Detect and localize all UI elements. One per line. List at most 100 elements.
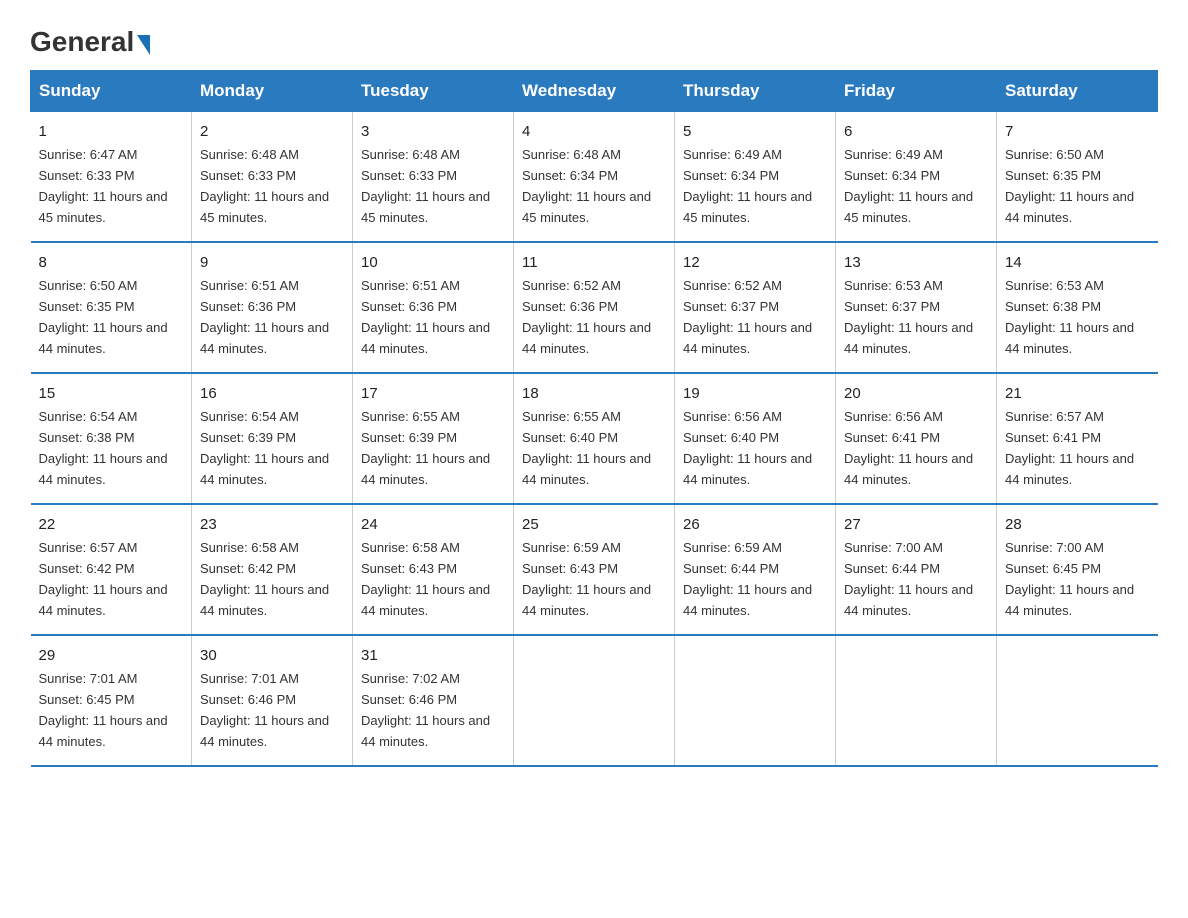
day-number: 11 — [522, 251, 666, 274]
day-number: 24 — [361, 513, 505, 536]
day-number: 5 — [683, 120, 827, 143]
column-header-sunday: Sunday — [31, 71, 192, 112]
day-number: 31 — [361, 644, 505, 667]
calendar-cell: 26 Sunrise: 6:59 AMSunset: 6:44 PMDayligh… — [675, 504, 836, 635]
calendar-cell: 15 Sunrise: 6:54 AMSunset: 6:38 PMDayligh… — [31, 373, 192, 504]
day-number: 26 — [683, 513, 827, 536]
logo: General — [30, 28, 150, 54]
day-info: Sunrise: 6:56 AMSunset: 6:41 PMDaylight:… — [844, 409, 973, 487]
column-header-friday: Friday — [836, 71, 997, 112]
day-number: 12 — [683, 251, 827, 274]
day-info: Sunrise: 6:49 AMSunset: 6:34 PMDaylight:… — [683, 147, 812, 225]
day-number: 16 — [200, 382, 344, 405]
day-info: Sunrise: 6:48 AMSunset: 6:33 PMDaylight:… — [200, 147, 329, 225]
calendar-cell: 1 Sunrise: 6:47 AMSunset: 6:33 PMDaylight… — [31, 112, 192, 242]
calendar-cell: 10 Sunrise: 6:51 AMSunset: 6:36 PMDayligh… — [353, 242, 514, 373]
day-info: Sunrise: 6:59 AMSunset: 6:43 PMDaylight:… — [522, 540, 651, 618]
day-number: 27 — [844, 513, 988, 536]
day-number: 3 — [361, 120, 505, 143]
calendar-cell — [675, 635, 836, 766]
day-number: 8 — [39, 251, 184, 274]
day-info: Sunrise: 7:01 AMSunset: 6:45 PMDaylight:… — [39, 671, 168, 749]
calendar-header-row: SundayMondayTuesdayWednesdayThursdayFrid… — [31, 71, 1158, 112]
calendar-cell: 22 Sunrise: 6:57 AMSunset: 6:42 PMDayligh… — [31, 504, 192, 635]
day-info: Sunrise: 7:00 AMSunset: 6:45 PMDaylight:… — [1005, 540, 1134, 618]
calendar-cell — [514, 635, 675, 766]
day-info: Sunrise: 6:58 AMSunset: 6:43 PMDaylight:… — [361, 540, 490, 618]
week-row-4: 22 Sunrise: 6:57 AMSunset: 6:42 PMDayligh… — [31, 504, 1158, 635]
calendar-cell: 4 Sunrise: 6:48 AMSunset: 6:34 PMDaylight… — [514, 112, 675, 242]
week-row-1: 1 Sunrise: 6:47 AMSunset: 6:33 PMDaylight… — [31, 112, 1158, 242]
day-number: 14 — [1005, 251, 1150, 274]
day-info: Sunrise: 6:59 AMSunset: 6:44 PMDaylight:… — [683, 540, 812, 618]
calendar-cell: 11 Sunrise: 6:52 AMSunset: 6:36 PMDayligh… — [514, 242, 675, 373]
week-row-5: 29Sunrise: 7:01 AMSunset: 6:45 PMDayligh… — [31, 635, 1158, 766]
calendar-cell: 8 Sunrise: 6:50 AMSunset: 6:35 PMDaylight… — [31, 242, 192, 373]
day-number: 7 — [1005, 120, 1150, 143]
calendar-cell — [997, 635, 1158, 766]
day-info: Sunrise: 6:51 AMSunset: 6:36 PMDaylight:… — [200, 278, 329, 356]
calendar-table: SundayMondayTuesdayWednesdayThursdayFrid… — [30, 70, 1158, 767]
calendar-cell: 27 Sunrise: 7:00 AMSunset: 6:44 PMDayligh… — [836, 504, 997, 635]
day-info: Sunrise: 7:02 AMSunset: 6:46 PMDaylight:… — [361, 671, 490, 749]
calendar-cell: 2 Sunrise: 6:48 AMSunset: 6:33 PMDaylight… — [192, 112, 353, 242]
day-number: 22 — [39, 513, 184, 536]
day-info: Sunrise: 6:51 AMSunset: 6:36 PMDaylight:… — [361, 278, 490, 356]
day-number: 18 — [522, 382, 666, 405]
day-info: Sunrise: 6:52 AMSunset: 6:37 PMDaylight:… — [683, 278, 812, 356]
day-number: 4 — [522, 120, 666, 143]
calendar-cell: 5 Sunrise: 6:49 AMSunset: 6:34 PMDaylight… — [675, 112, 836, 242]
day-info: Sunrise: 6:48 AMSunset: 6:33 PMDaylight:… — [361, 147, 490, 225]
calendar-cell: 20 Sunrise: 6:56 AMSunset: 6:41 PMDayligh… — [836, 373, 997, 504]
day-info: Sunrise: 6:54 AMSunset: 6:39 PMDaylight:… — [200, 409, 329, 487]
calendar-cell: 12 Sunrise: 6:52 AMSunset: 6:37 PMDayligh… — [675, 242, 836, 373]
day-info: Sunrise: 6:53 AMSunset: 6:37 PMDaylight:… — [844, 278, 973, 356]
calendar-cell: 9 Sunrise: 6:51 AMSunset: 6:36 PMDaylight… — [192, 242, 353, 373]
day-info: Sunrise: 6:55 AMSunset: 6:39 PMDaylight:… — [361, 409, 490, 487]
calendar-cell: 21 Sunrise: 6:57 AMSunset: 6:41 PMDayligh… — [997, 373, 1158, 504]
page-header: General — [30, 20, 1158, 54]
calendar-cell: 29Sunrise: 7:01 AMSunset: 6:45 PMDayligh… — [31, 635, 192, 766]
calendar-cell: 17 Sunrise: 6:55 AMSunset: 6:39 PMDayligh… — [353, 373, 514, 504]
day-info: Sunrise: 6:48 AMSunset: 6:34 PMDaylight:… — [522, 147, 651, 225]
logo-general: General — [30, 28, 134, 56]
day-number: 2 — [200, 120, 344, 143]
column-header-tuesday: Tuesday — [353, 71, 514, 112]
day-number: 17 — [361, 382, 505, 405]
day-info: Sunrise: 6:47 AMSunset: 6:33 PMDaylight:… — [39, 147, 168, 225]
day-number: 9 — [200, 251, 344, 274]
day-info: Sunrise: 6:50 AMSunset: 6:35 PMDaylight:… — [1005, 147, 1134, 225]
day-info: Sunrise: 6:57 AMSunset: 6:42 PMDaylight:… — [39, 540, 168, 618]
day-number: 1 — [39, 120, 184, 143]
day-info: Sunrise: 6:54 AMSunset: 6:38 PMDaylight:… — [39, 409, 168, 487]
day-info: Sunrise: 6:52 AMSunset: 6:36 PMDaylight:… — [522, 278, 651, 356]
day-info: Sunrise: 7:00 AMSunset: 6:44 PMDaylight:… — [844, 540, 973, 618]
day-info: Sunrise: 6:49 AMSunset: 6:34 PMDaylight:… — [844, 147, 973, 225]
calendar-cell: 3 Sunrise: 6:48 AMSunset: 6:33 PMDaylight… — [353, 112, 514, 242]
day-info: Sunrise: 7:01 AMSunset: 6:46 PMDaylight:… — [200, 671, 329, 749]
day-number: 28 — [1005, 513, 1150, 536]
day-number: 30 — [200, 644, 344, 667]
column-header-saturday: Saturday — [997, 71, 1158, 112]
calendar-cell: 13Sunrise: 6:53 AMSunset: 6:37 PMDayligh… — [836, 242, 997, 373]
column-header-wednesday: Wednesday — [514, 71, 675, 112]
calendar-cell: 7 Sunrise: 6:50 AMSunset: 6:35 PMDaylight… — [997, 112, 1158, 242]
week-row-2: 8 Sunrise: 6:50 AMSunset: 6:35 PMDaylight… — [31, 242, 1158, 373]
day-info: Sunrise: 6:57 AMSunset: 6:41 PMDaylight:… — [1005, 409, 1134, 487]
day-info: Sunrise: 6:56 AMSunset: 6:40 PMDaylight:… — [683, 409, 812, 487]
day-number: 19 — [683, 382, 827, 405]
day-info: Sunrise: 6:55 AMSunset: 6:40 PMDaylight:… — [522, 409, 651, 487]
day-info: Sunrise: 6:50 AMSunset: 6:35 PMDaylight:… — [39, 278, 168, 356]
calendar-cell: 23Sunrise: 6:58 AMSunset: 6:42 PMDayligh… — [192, 504, 353, 635]
day-number: 10 — [361, 251, 505, 274]
day-number: 21 — [1005, 382, 1150, 405]
day-number: 15 — [39, 382, 184, 405]
calendar-cell: 6Sunrise: 6:49 AMSunset: 6:34 PMDaylight… — [836, 112, 997, 242]
calendar-cell — [836, 635, 997, 766]
day-info: Sunrise: 6:58 AMSunset: 6:42 PMDaylight:… — [200, 540, 329, 618]
column-header-monday: Monday — [192, 71, 353, 112]
day-info: Sunrise: 6:53 AMSunset: 6:38 PMDaylight:… — [1005, 278, 1134, 356]
column-header-thursday: Thursday — [675, 71, 836, 112]
day-number: 20 — [844, 382, 988, 405]
calendar-cell: 18 Sunrise: 6:55 AMSunset: 6:40 PMDayligh… — [514, 373, 675, 504]
